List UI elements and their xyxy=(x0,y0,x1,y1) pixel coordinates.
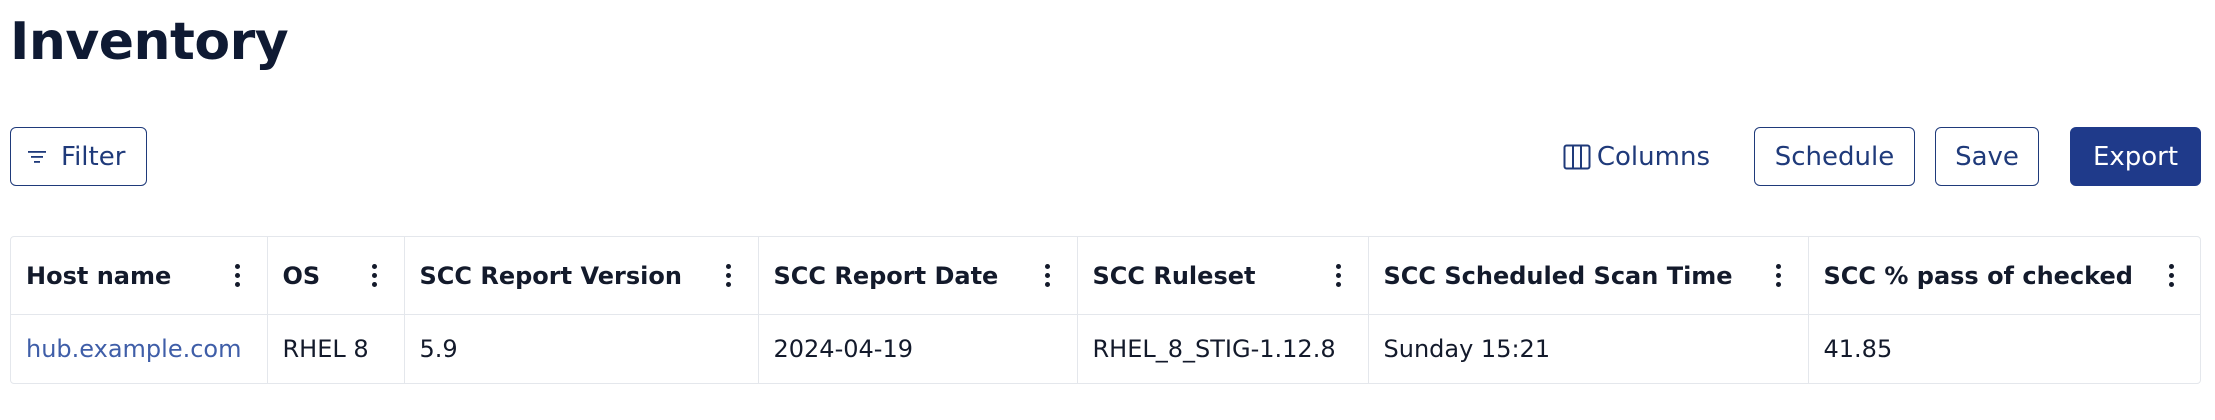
column-header-os[interactable]: OS xyxy=(267,237,405,315)
save-button[interactable]: Save xyxy=(1935,127,2039,186)
cell-scc-report-version: 5.9 xyxy=(404,314,759,383)
column-header-label: SCC Report Date xyxy=(773,261,999,290)
kebab-menu-icon[interactable] xyxy=(1038,261,1058,291)
export-button[interactable]: Export xyxy=(2070,127,2201,186)
inventory-page: Inventory Filter Columns Schedule Save E… xyxy=(0,0,2215,420)
columns-button-label: Columns xyxy=(1596,141,1710,172)
column-header-scc-ruleset[interactable]: SCC Ruleset xyxy=(1077,237,1369,315)
cell-scc-scheduled-scan-time: Sunday 15:21 xyxy=(1368,314,1809,383)
kebab-menu-icon[interactable] xyxy=(1769,261,1789,291)
kebab-menu-icon[interactable] xyxy=(365,261,385,291)
filter-button-label: Filter xyxy=(61,141,126,172)
filter-icon xyxy=(27,149,47,165)
column-header-label: OS xyxy=(282,261,321,290)
cell-os: RHEL 8 xyxy=(267,314,405,383)
columns-icon xyxy=(1563,144,1591,170)
cell-host-name: hub.example.com xyxy=(11,314,268,383)
column-header-label: SCC Ruleset xyxy=(1092,261,1256,290)
column-header-label: Host name xyxy=(26,261,172,290)
cell-scc-ruleset: RHEL_8_STIG-1.12.8 xyxy=(1077,314,1369,383)
toolbar: Filter Columns Schedule Save Export xyxy=(10,127,2201,186)
schedule-button[interactable]: Schedule xyxy=(1754,127,1915,186)
table-row: hub.example.com RHEL 8 5.9 2024-04-19 RH… xyxy=(11,314,2200,383)
kebab-menu-icon[interactable] xyxy=(719,261,739,291)
column-header-host-name[interactable]: Host name xyxy=(11,237,268,315)
column-header-label: SCC Report Version xyxy=(419,261,682,290)
inventory-table-grid: Host name OS SCC Report Version SCC Repo… xyxy=(11,237,2200,383)
host-name-link[interactable]: hub.example.com xyxy=(26,335,241,363)
column-header-label: SCC Scheduled Scan Time xyxy=(1383,261,1733,290)
page-title: Inventory xyxy=(10,12,289,72)
kebab-menu-icon[interactable] xyxy=(1329,261,1349,291)
column-header-scc-report-date[interactable]: SCC Report Date xyxy=(758,237,1078,315)
column-header-scc-pass-of-checked[interactable]: SCC % pass of checked xyxy=(1808,237,2200,315)
column-header-scc-report-version[interactable]: SCC Report Version xyxy=(404,237,759,315)
filter-button[interactable]: Filter xyxy=(10,127,147,186)
column-header-label: SCC % pass of checked xyxy=(1823,261,2133,290)
table-header-row: Host name OS SCC Report Version SCC Repo… xyxy=(11,237,2200,315)
cell-scc-pass-of-checked: 41.85 xyxy=(1823,335,1893,363)
column-header-scc-scheduled-scan-time[interactable]: SCC Scheduled Scan Time xyxy=(1368,237,1809,315)
inventory-table: Host name OS SCC Report Version SCC Repo… xyxy=(10,236,2201,384)
kebab-menu-icon[interactable] xyxy=(228,261,248,291)
cell-scc-report-date: 2024-04-19 xyxy=(758,314,1078,383)
columns-button[interactable]: Columns xyxy=(1562,127,1710,186)
kebab-menu-icon[interactable] xyxy=(2161,261,2181,291)
